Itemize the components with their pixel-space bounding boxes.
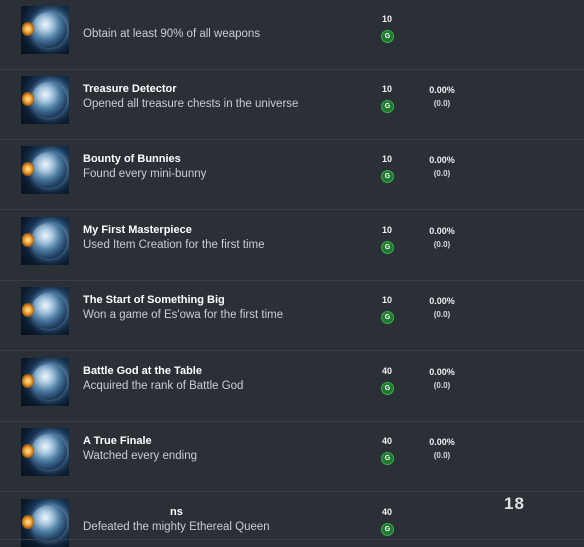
achievement-score: 40 [381, 507, 392, 517]
gamerscore-icon: G [381, 170, 394, 183]
achievement-title: Battle God at the Table [83, 365, 202, 377]
achievement-percent: 0.00% [429, 155, 455, 165]
achievement-percent: 0.00% [429, 367, 455, 377]
achievement-description: Used Item Creation for the first time [83, 239, 265, 251]
achievement-row[interactable]: My First Masterpiece Used Item Creation … [0, 211, 584, 281]
achievement-row[interactable]: ns Defeated the mighty Ethereal Queen 40… [0, 493, 584, 547]
achievement-score: 40 [381, 436, 392, 446]
achievement-row[interactable]: The Start of Something Big Won a game of… [0, 281, 584, 351]
achievement-row[interactable]: Bounty of Bunnies Found every mini-bunny… [0, 140, 584, 210]
gamerscore-icon: G [381, 311, 394, 324]
achievement-description: Acquired the rank of Battle God [83, 380, 244, 392]
gamerscore-icon: G [381, 382, 394, 395]
achievement-row[interactable]: Battle God at the Table Acquired the ran… [0, 352, 584, 422]
achievement-title: A True Finale [83, 435, 152, 447]
gamerscore-icon: G [381, 100, 394, 113]
achievement-score: 40 [381, 366, 392, 376]
achievement-icon [21, 217, 69, 265]
achievement-description: Obtain at least 90% of all weapons [83, 28, 261, 40]
achievement-icon [21, 146, 69, 194]
achievement-description: Defeated the mighty Ethereal Queen [83, 521, 270, 533]
gamerscore-icon: G [381, 30, 394, 43]
achievement-percent-sub: (0.0) [433, 310, 451, 319]
achievement-list: Obtain at least 90% of all weapons 10 G … [0, 0, 584, 547]
achievement-row[interactable]: A True Finale Watched every ending 40 G … [0, 422, 584, 492]
achievement-percent-sub: (0.0) [433, 451, 451, 460]
achievement-description: Opened all treasure chests in the univer… [83, 98, 299, 110]
achievement-icon [21, 428, 69, 476]
achievement-percent-sub: (0.0) [433, 240, 451, 249]
achievement-percent-sub: (0.0) [433, 169, 451, 178]
achievement-title: Bounty of Bunnies [83, 153, 181, 165]
achievement-score: 10 [381, 225, 392, 235]
achievement-percent-sub: (0.0) [433, 99, 451, 108]
achievement-description: Won a game of Es'owa for the first time [83, 309, 284, 321]
achievement-row[interactable]: Obtain at least 90% of all weapons 10 G [0, 0, 584, 70]
achievement-description: Found every mini-bunny [83, 168, 207, 180]
gamerscore-icon: G [381, 241, 394, 254]
achievement-icon [21, 6, 69, 54]
watermark-logo: 18 [504, 494, 525, 513]
achievement-title: My First Masterpiece [83, 224, 192, 236]
achievement-score: 10 [381, 154, 392, 164]
achievement-icon [21, 76, 69, 124]
achievement-description: Watched every ending [83, 450, 198, 462]
achievement-percent-sub: (0.0) [433, 381, 451, 390]
achievement-icon [21, 358, 69, 406]
achievement-title: The Start of Something Big [83, 294, 225, 306]
achievement-percent: 0.00% [429, 226, 455, 236]
achievement-title: ns [170, 506, 183, 518]
gamerscore-icon: G [381, 452, 394, 465]
achievement-title: Treasure Detector [83, 83, 177, 95]
gamerscore-icon: G [381, 523, 394, 536]
achievement-percent: 0.00% [429, 296, 455, 306]
achievement-score: 10 [381, 14, 392, 24]
achievement-percent: 0.00% [429, 437, 455, 447]
achievement-score: 10 [381, 295, 392, 305]
achievement-score: 10 [381, 84, 392, 94]
achievement-icon [21, 287, 69, 335]
achievement-percent: 0.00% [429, 85, 455, 95]
achievement-row[interactable]: Treasure Detector Opened all treasure ch… [0, 70, 584, 140]
